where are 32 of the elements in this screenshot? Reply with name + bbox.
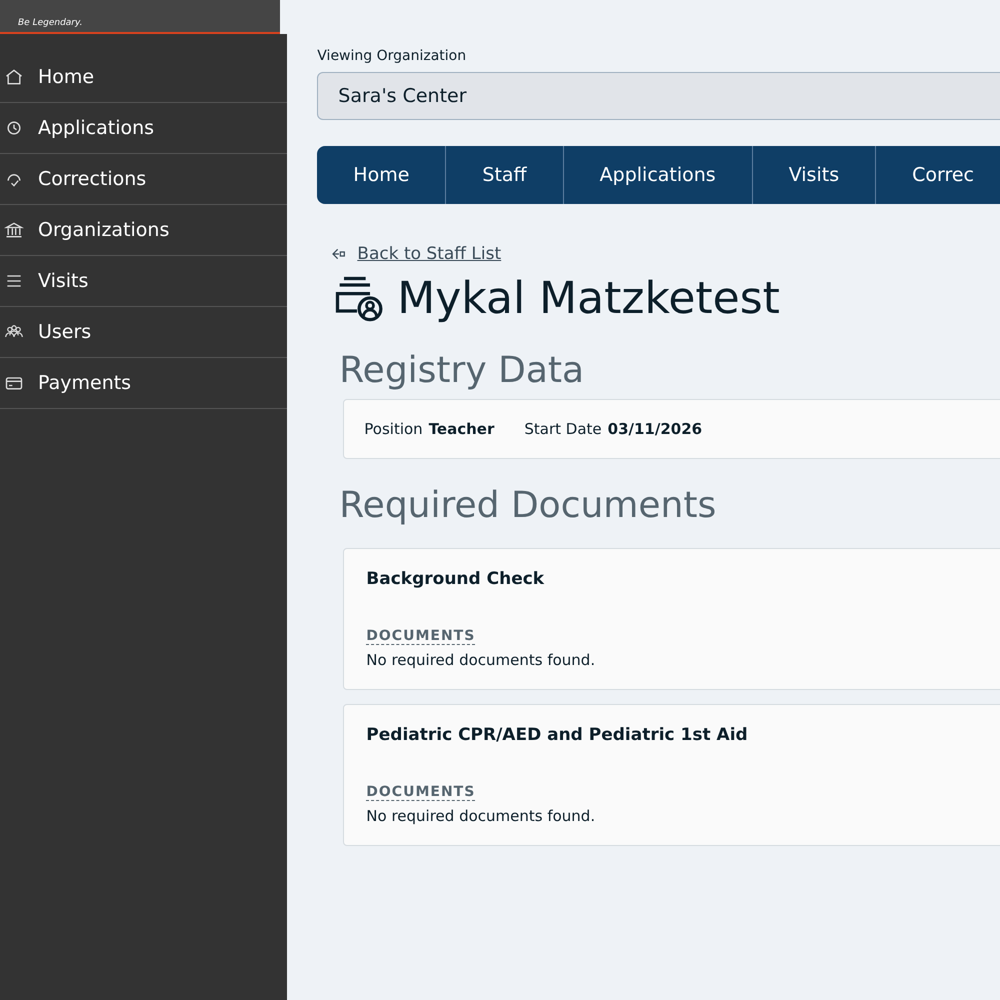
- empty-message: No required documents found.: [366, 807, 596, 825]
- nav-tab[interactable]: Visits: [752, 146, 876, 204]
- sidebar-item[interactable]: Home: [0, 52, 288, 103]
- sidebar-item[interactable]: Users: [0, 307, 288, 358]
- sidebar-item[interactable]: Corrections: [0, 154, 288, 205]
- empty-message: No required documents found.: [366, 651, 596, 669]
- sidebar-item[interactable]: Visits: [0, 256, 288, 307]
- logo-tagline: Be Legendary.: [18, 18, 82, 28]
- card-title: Background Check: [366, 569, 546, 589]
- section-heading: Required Documents: [339, 485, 718, 526]
- back-link[interactable]: Back to Staff List: [357, 244, 502, 264]
- card-title: Pediatric CPR/AED and Pediatric 1st Aid: [366, 725, 749, 745]
- field-label: Viewing Organization: [317, 48, 468, 64]
- organization-field[interactable]: Sara's Center: [317, 72, 1000, 120]
- sidebar-item[interactable]: Organizations: [0, 205, 288, 256]
- back-arrow-icon: [331, 246, 348, 262]
- field-value: 03/11/2026: [608, 420, 702, 438]
- nav-tab[interactable]: Correc: [876, 146, 1000, 204]
- nav-tab[interactable]: Applications: [564, 146, 753, 204]
- field-label: Start Date: [524, 420, 602, 438]
- field-value: Teacher: [428, 420, 494, 438]
- documents-label: DOCUMENTS: [366, 628, 476, 645]
- bank-icon: [4, 220, 24, 240]
- nav-tab[interactable]: Home: [317, 146, 446, 204]
- house-icon: [4, 67, 24, 87]
- field-label: Position: [364, 420, 423, 438]
- documents-label: DOCUMENTS: [366, 784, 476, 801]
- sidebar-item[interactable]: Applications: [0, 103, 288, 154]
- nav-tab[interactable]: Staff: [446, 146, 564, 204]
- person-name: Mykal Matzketest: [397, 272, 780, 324]
- section-heading: Registry Data: [339, 350, 586, 391]
- sidebar-item[interactable]: Payments: [0, 358, 288, 409]
